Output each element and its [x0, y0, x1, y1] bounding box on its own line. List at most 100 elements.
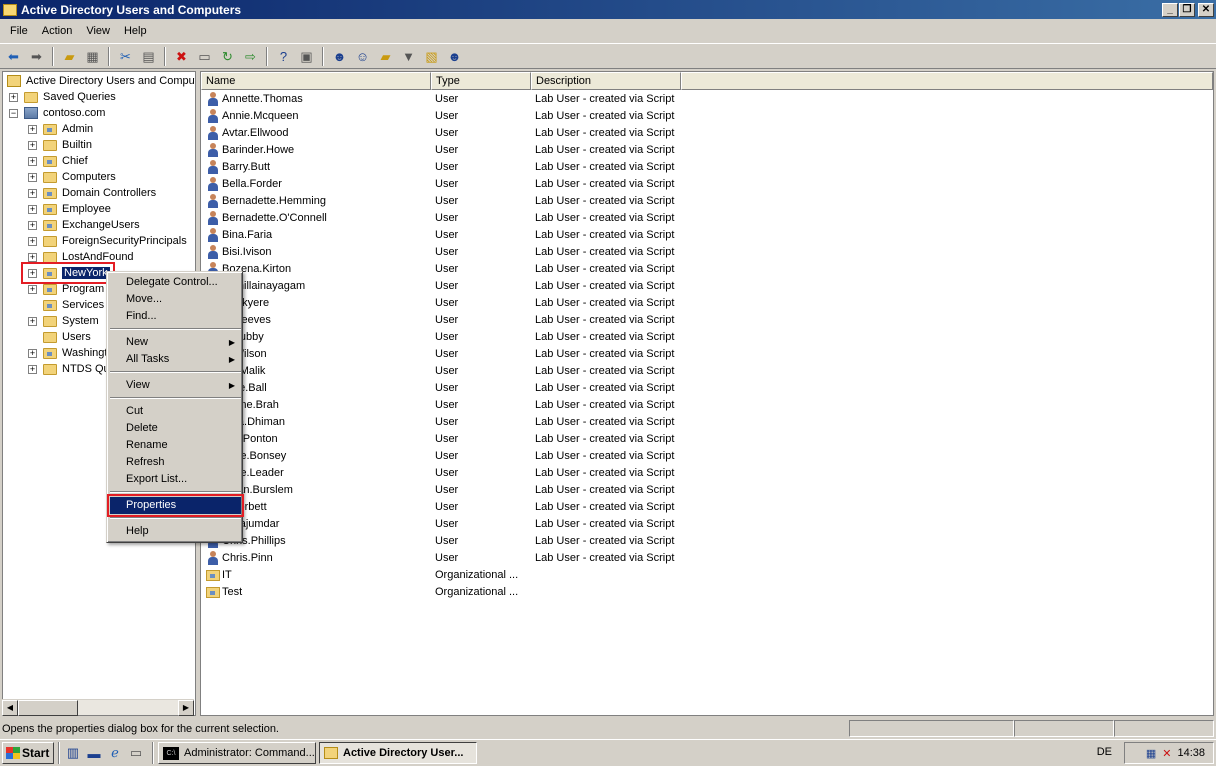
list-row[interactable]: Bernadette.O'Connell User Lab User - creat… — [201, 210, 1213, 227]
export-icon[interactable]: ⇨ — [240, 46, 261, 67]
show-tree-icon[interactable]: ▦ — [82, 46, 103, 67]
close-button[interactable]: ✕ — [1198, 2, 1214, 17]
server-manager-icon[interactable]: ▥ — [64, 744, 82, 762]
refresh-icon[interactable]: ↻ — [217, 46, 238, 67]
tree-item-ntds-quotas[interactable]: + NTDS Qu — [28, 361, 110, 377]
menu-item-delete[interactable]: Delete — [110, 420, 241, 437]
tree-item-saved-queries[interactable]: + Saved Queries — [9, 89, 116, 105]
menu-item-help[interactable]: Help — [110, 523, 241, 540]
clock[interactable]: 14:38 — [1177, 747, 1205, 759]
tree-item-chief[interactable]: + Chief — [28, 153, 88, 169]
tree-item-users[interactable]: Users — [28, 329, 91, 345]
tree-item-employee[interactable]: + Employee — [28, 201, 111, 217]
copy-icon[interactable]: ▤ — [138, 46, 159, 67]
delete-icon[interactable]: ✖ — [171, 46, 192, 67]
menu-item-delegate-control[interactable]: Delegate Control... — [110, 274, 241, 291]
list-row[interactable]: s.Majumdar User Lab User - created via Scr… — [201, 516, 1213, 533]
expand-icon[interactable]: + — [28, 348, 37, 358]
minimize-button[interactable]: _ — [1162, 2, 1178, 17]
tree-item-system[interactable]: + System — [28, 313, 99, 329]
tree-item-computers[interactable]: + Computers — [28, 169, 116, 185]
menu-item-new[interactable]: New ▶ — [110, 334, 241, 351]
taskbar-button-active-directory[interactable]: Active Directory User... — [319, 742, 477, 764]
list-row[interactable]: Bozena.Kirton User Lab User - created via … — [201, 261, 1213, 278]
list-row[interactable]: Barinder.Howe User Lab User - created via … — [201, 142, 1213, 159]
expand-icon[interactable]: + — [28, 156, 37, 166]
menu-item-view[interactable]: View ▶ — [110, 377, 241, 394]
column-header-name[interactable]: Name — [201, 72, 431, 90]
expand-icon[interactable]: + — [28, 236, 37, 246]
list-row[interactable]: rmian.Burslem User Lab User - created via … — [201, 482, 1213, 499]
menu-item-export-list[interactable]: Export List... — [110, 471, 241, 488]
list-row[interactable]: ol.Okyere User Lab User - created via Scri… — [201, 295, 1213, 312]
expand-icon[interactable]: + — [28, 220, 37, 230]
tree-root[interactable]: Active Directory Users and Computers — [7, 73, 195, 89]
tree-item-domain-controllers[interactable]: + Domain Controllers — [28, 185, 156, 201]
list-row[interactable]: Test Organizational ... — [201, 584, 1213, 601]
menu-help[interactable]: Help — [117, 23, 154, 39]
tree-item-lostandfound[interactable]: + LostAndFound — [28, 249, 134, 265]
column-header-description[interactable]: Description — [531, 72, 681, 90]
list-row[interactable]: Annette.Thomas User Lab User - created via… — [201, 91, 1213, 108]
back-icon[interactable]: ⬅ — [3, 46, 24, 67]
start-button[interactable]: Start — [2, 742, 54, 764]
list-row[interactable]: rles.Ponton User Lab User - created via Sc… — [201, 431, 1213, 448]
volume-muted-icon[interactable]: ✕ — [1162, 747, 1171, 760]
menu-item-cut[interactable]: Cut — [110, 403, 241, 420]
expand-icon[interactable]: + — [9, 92, 18, 102]
new-user-icon[interactable]: ☻ — [329, 46, 350, 67]
list-row[interactable]: rlotte.Bonsey User Lab User - created via … — [201, 448, 1213, 465]
list-row[interactable]: Annie.Mcqueen User Lab User - created via … — [201, 108, 1213, 125]
menu-action[interactable]: Action — [35, 23, 80, 39]
list-row[interactable]: ol.Reeves User Lab User - created via Scri… — [201, 312, 1213, 329]
title-bar[interactable]: Active Directory Users and Computers _ ❐… — [0, 0, 1216, 19]
expand-icon[interactable]: + — [28, 140, 37, 150]
list-pane[interactable]: Name Type Description Annette.Thomas User… — [200, 71, 1214, 716]
internet-explorer-icon[interactable]: ℯ — [106, 744, 124, 762]
cut-icon[interactable]: ✂ — [115, 46, 136, 67]
menu-item-refresh[interactable]: Refresh — [110, 454, 241, 471]
find-icon[interactable]: ▧ — [421, 46, 442, 67]
list-row[interactable]: ole.Malik User Lab User - created via Scri… — [201, 363, 1213, 380]
expand-icon[interactable]: + — [28, 284, 37, 294]
powershell-icon[interactable]: ▬ — [85, 744, 103, 762]
list-row[interactable]: Bina.Faria User Lab User - created via Scr… — [201, 227, 1213, 244]
expand-icon[interactable]: + — [28, 124, 37, 134]
expand-icon[interactable]: + — [28, 364, 37, 374]
list-row[interactable]: IT Organizational ... — [201, 567, 1213, 584]
menu-item-rename[interactable]: Rename — [110, 437, 241, 454]
expand-icon[interactable]: + — [28, 172, 37, 182]
console-icon[interactable]: ▣ — [296, 46, 317, 67]
scroll-thumb[interactable] — [18, 700, 78, 716]
collapse-icon[interactable]: − — [9, 108, 18, 118]
list-row[interactable]: oline.Ball User Lab User - created via Scr… — [201, 380, 1213, 397]
tree-item-builtin[interactable]: + Builtin — [28, 137, 92, 153]
list-row[interactable]: Barry.Butt User Lab User - created via Scr… — [201, 159, 1213, 176]
network-icon[interactable]: ▦ — [1146, 747, 1156, 760]
expand-icon[interactable]: + — [28, 316, 37, 326]
new-ou-icon[interactable]: ▰ — [375, 46, 396, 67]
menu-item-all-tasks[interactable]: All Tasks ▶ — [110, 351, 241, 368]
menu-item-find[interactable]: Find... — [110, 308, 241, 325]
tree-item-washington[interactable]: + Washingt — [28, 345, 107, 361]
scroll-left-icon[interactable]: ◀ — [2, 700, 18, 716]
menu-view[interactable]: View — [79, 23, 117, 39]
help-icon[interactable]: ? — [273, 46, 294, 67]
expand-icon[interactable]: + — [28, 252, 37, 262]
up-folder-icon[interactable]: ▰ — [59, 46, 80, 67]
tree-item-foreignsecurityprincipals[interactable]: + ForeignSecurityPrincipals — [28, 233, 187, 249]
scroll-right-icon[interactable]: ▶ — [178, 700, 194, 716]
new-group-icon[interactable]: ☺ — [352, 46, 373, 67]
list-row[interactable]: Chris.Pinn User Lab User - created via Scr… — [201, 550, 1213, 567]
menu-item-properties[interactable]: Properties — [107, 494, 244, 517]
tree-item-domain[interactable]: − contoso.com — [9, 105, 105, 121]
tree-item-admin[interactable]: + Admin — [28, 121, 93, 137]
column-header-type[interactable]: Type — [431, 72, 531, 90]
menu-item-move[interactable]: Move... — [110, 291, 241, 308]
list-row[interactable]: Avtar.Ellwood User Lab User - created via … — [201, 125, 1213, 142]
list-row[interactable]: Bella.Forder User Lab User - created via S… — [201, 176, 1213, 193]
list-row[interactable]: Chris.Phillips User Lab User - created via… — [201, 533, 1213, 550]
expand-icon[interactable]: + — [28, 188, 37, 198]
show-desktop-icon[interactable]: ▭ — [127, 744, 145, 762]
list-row[interactable]: e.Thillainayagam User Lab User - created v… — [201, 278, 1213, 295]
